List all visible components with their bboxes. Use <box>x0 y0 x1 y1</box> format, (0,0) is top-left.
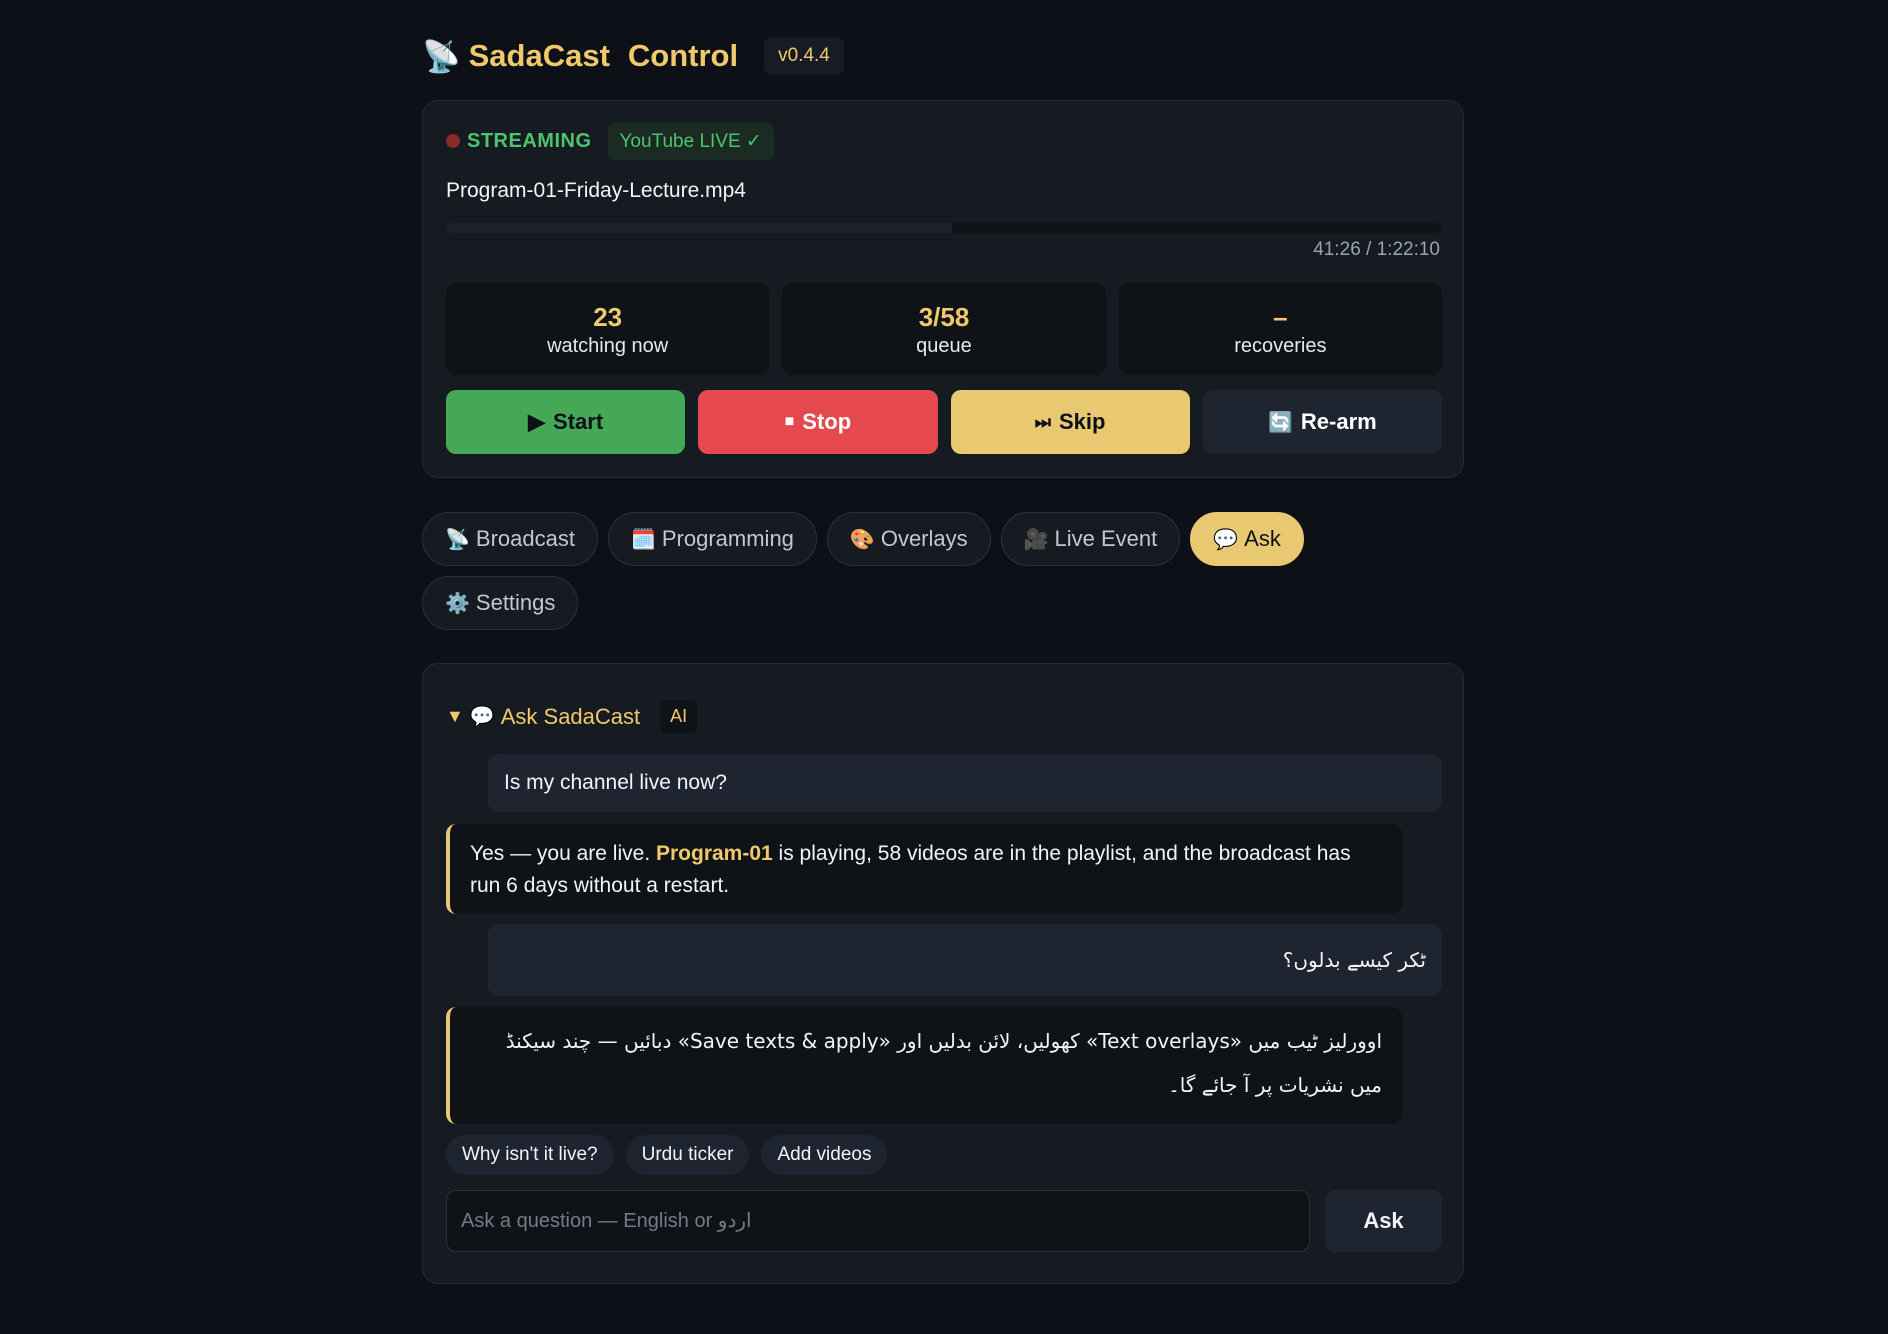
ask-submit-button[interactable]: Ask <box>1325 1190 1442 1252</box>
status-card: STREAMING YouTube LIVE ✓ Program-01-Frid… <box>422 100 1464 478</box>
suggestion-chip[interactable]: Urdu ticker <box>625 1135 750 1175</box>
satellite-dish-icon: 📡 <box>445 528 470 551</box>
speech-bubble-icon: 💬 <box>469 706 495 728</box>
stat-recoveries: – recoveries <box>1118 283 1442 375</box>
user-message: Is my channel live now? <box>488 754 1442 812</box>
platform-badge: YouTube LIVE ✓ <box>607 122 774 160</box>
suggestion-chip[interactable]: Add videos <box>761 1135 888 1175</box>
video-camera-icon: 🎥 <box>1023 528 1049 551</box>
stat-value: 3/58 <box>918 301 970 332</box>
gear-icon: ⚙️ <box>445 592 470 615</box>
tab-overlays[interactable]: 🎨 Overlays <box>826 512 991 566</box>
stat-value: – <box>1273 301 1288 332</box>
tab-ask[interactable]: 💬 Ask <box>1190 512 1304 566</box>
tab-broadcast[interactable]: 📡 Broadcast <box>422 512 598 566</box>
tab-live-event[interactable]: 🎥 Live Event <box>1000 512 1181 566</box>
start-button[interactable]: ▶ Start <box>446 390 686 454</box>
satellite-dish-icon: 📡 <box>422 38 461 74</box>
tab-programming[interactable]: 🗓️ Programming <box>607 512 817 566</box>
tab-label: Live Event <box>1054 526 1158 551</box>
stop-label: Stop <box>802 409 852 434</box>
start-label: Start <box>553 409 604 434</box>
assistant-message: Yes — you are live. Program-01 is playin… <box>446 824 1402 914</box>
stop-icon: ■ <box>784 413 795 430</box>
program-highlight: Program-01 <box>656 842 773 865</box>
stats-row: 23 watching now 3/58 queue – recoveries <box>446 283 1442 375</box>
playback-controls: ▶ Start ■ Stop ⏭ Skip 🔄 Re-arm <box>446 390 1442 454</box>
stat-label: watching now <box>547 334 669 357</box>
question-input[interactable] <box>446 1190 1310 1252</box>
title-word-2: Control <box>627 38 739 73</box>
suggestion-chip[interactable]: Why isn't it live? <box>446 1135 614 1175</box>
tab-label: Programming <box>661 526 794 551</box>
ai-badge: AI <box>660 700 698 733</box>
rearm-button[interactable]: 🔄 Re-arm <box>1202 390 1442 454</box>
user-message: ٹکر کیسے بدلوں؟ <box>488 924 1442 996</box>
rearm-label: Re-arm <box>1300 409 1377 434</box>
playback-progress <box>446 223 1442 233</box>
playback-time: 41:26 / 1:22:10 <box>1313 239 1440 260</box>
tab-label: Ask <box>1244 526 1281 551</box>
current-file: Program-01-Friday-Lecture.mp4 <box>446 179 746 202</box>
skip-button[interactable]: ⏭ Skip <box>950 390 1190 454</box>
tab-label: Settings <box>475 590 556 615</box>
main-tabs: 📡 Broadcast 🗓️ Programming 🎨 Overlays 🎥 … <box>422 512 1466 630</box>
app-header: 📡 SadaCast Control v0.4.4 <box>422 32 844 80</box>
stream-status: STREAMING <box>467 129 592 152</box>
collapse-triangle-icon[interactable]: ▼ <box>446 706 464 727</box>
play-icon: ▶ <box>528 409 546 434</box>
suggestion-chips: Why isn't it live? Urdu ticker Add video… <box>446 1135 888 1175</box>
stat-viewers: 23 watching now <box>446 283 770 375</box>
speech-bubble-icon: 💬 <box>1213 528 1239 551</box>
message-text: Yes — you are live. <box>470 842 656 865</box>
title-word-1: SadaCast <box>468 38 610 73</box>
tab-label: Broadcast <box>475 526 575 551</box>
status-row: STREAMING YouTube LIVE ✓ <box>446 122 774 160</box>
refresh-icon: 🔄 <box>1268 411 1293 434</box>
progress-fill <box>446 223 952 233</box>
tab-settings[interactable]: ⚙️ Settings <box>422 576 579 630</box>
live-indicator-icon <box>446 134 460 148</box>
stop-button[interactable]: ■ Stop <box>698 390 938 454</box>
tab-label: Overlays <box>880 526 968 551</box>
stat-value: 23 <box>593 301 623 332</box>
assistant-message: اوورلیز ٹیب میں «Text overlays» کھولیں، … <box>446 1007 1402 1124</box>
ask-panel: ▼ 💬 Ask SadaCast AI Is my channel live n… <box>422 663 1464 1284</box>
stat-queue: 3/58 queue <box>782 283 1106 375</box>
app-title: 📡 SadaCast Control <box>422 38 738 75</box>
skip-label: Skip <box>1058 409 1106 434</box>
ask-panel-title: Ask SadaCast <box>500 703 641 729</box>
stat-label: queue <box>916 334 972 357</box>
calendar-icon: 🗓️ <box>630 528 656 551</box>
skip-icon: ⏭ <box>1034 411 1051 432</box>
stat-label: recoveries <box>1234 334 1327 357</box>
version-badge: v0.4.4 <box>764 37 844 75</box>
palette-icon: 🎨 <box>849 528 875 551</box>
ask-panel-header[interactable]: ▼ 💬 Ask SadaCast AI <box>446 700 698 733</box>
